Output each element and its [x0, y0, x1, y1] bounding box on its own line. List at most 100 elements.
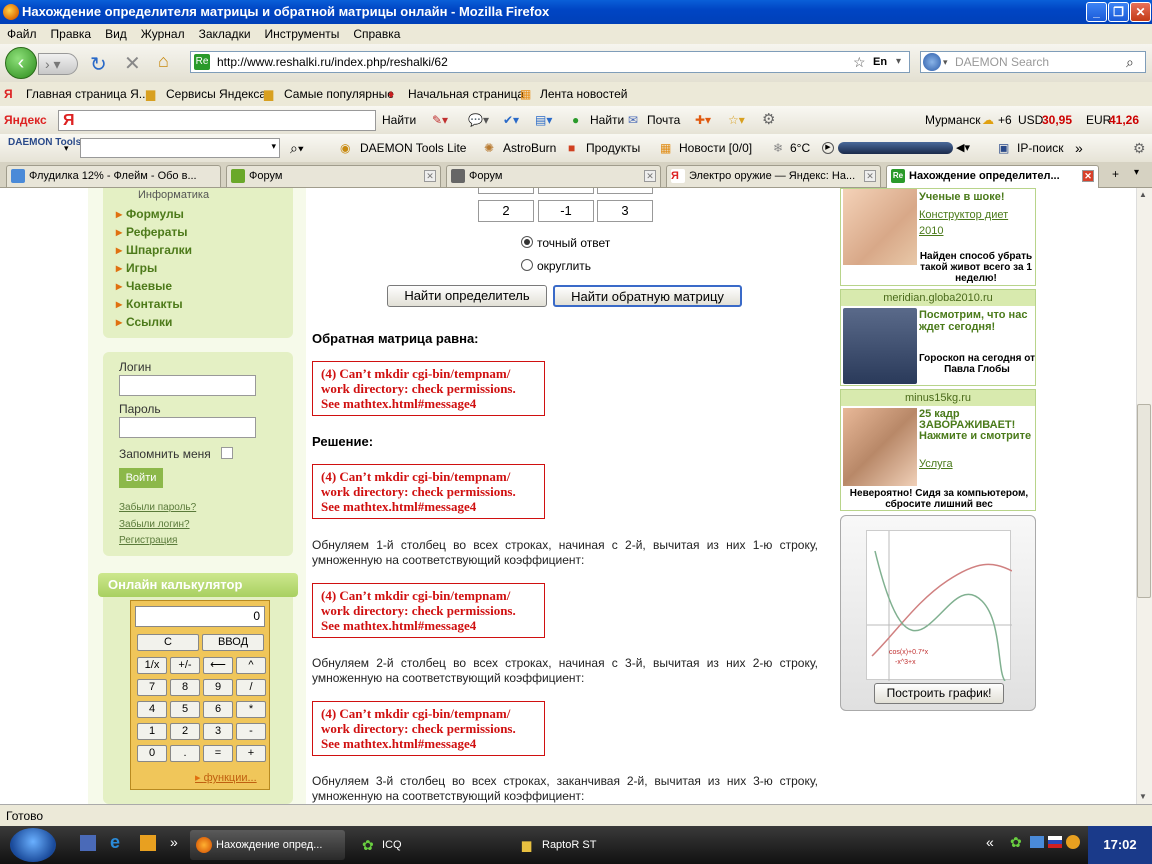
- spellcheck-icon[interactable]: ✔▾: [503, 106, 519, 134]
- yandex-mail[interactable]: Почта: [647, 106, 680, 134]
- settings-gear-icon[interactable]: ⚙: [762, 106, 775, 134]
- menu-item-informatics[interactable]: Информатика: [138, 189, 209, 201]
- ad-weightloss[interactable]: minus15kg.ru 25 кадр ЗАВОРАЖИВАЕТ! Нажми…: [840, 389, 1036, 511]
- bookmark-yandex-services[interactable]: Сервисы Яндекса: [166, 82, 266, 106]
- tray-expand-icon[interactable]: «: [986, 834, 994, 850]
- new-tab-icon[interactable]: +: [1112, 167, 1119, 181]
- calc-key-7[interactable]: 7: [137, 679, 167, 696]
- daemon-settings-icon[interactable]: ⚙: [1133, 134, 1146, 162]
- minimize-button[interactable]: _: [1086, 2, 1107, 22]
- calc-key-power[interactable]: ^: [236, 657, 266, 674]
- ip-search-link[interactable]: IP-поиск: [1017, 134, 1063, 162]
- daemon-tools-logo[interactable]: DAEMON Tools: [8, 138, 81, 148]
- matrix-cell[interactable]: [478, 188, 534, 194]
- calc-key-8[interactable]: 8: [170, 679, 200, 696]
- ad-link[interactable]: Конструктор диет 2010: [919, 207, 1029, 239]
- menu-view[interactable]: Вид: [98, 24, 134, 44]
- daemon-dropdown[interactable]: ▾: [80, 138, 280, 158]
- ad-link[interactable]: Услуга: [919, 458, 953, 470]
- remember-checkbox[interactable]: [221, 447, 233, 459]
- tab-forum-1[interactable]: Форум ✕: [226, 165, 441, 187]
- calc-key-enter[interactable]: ВВОД: [202, 634, 264, 651]
- tab-close-icon[interactable]: ✕: [424, 170, 436, 182]
- tab-list-icon[interactable]: ▾: [1134, 167, 1139, 178]
- tab-electro-weapon[interactable]: Я Электро оружие — Яндекс: На... ✕: [666, 165, 881, 187]
- yandex-logo[interactable]: Яндекс: [4, 106, 47, 134]
- password-input[interactable]: [119, 417, 256, 438]
- scrollbar-thumb[interactable]: [1137, 404, 1151, 598]
- menu-bookmarks[interactable]: Закладки: [192, 24, 258, 44]
- translate-icon[interactable]: ▤▾: [535, 106, 552, 134]
- login-button[interactable]: Войти: [119, 468, 163, 488]
- magnifier-icon[interactable]: ⌕▾: [290, 134, 304, 162]
- volume-icon[interactable]: ◀▾: [956, 134, 970, 162]
- search-icon[interactable]: ⌕: [1126, 52, 1134, 72]
- calc-key-multiply[interactable]: *: [236, 701, 266, 718]
- menu-edit[interactable]: Правка: [44, 24, 99, 44]
- menu-help[interactable]: Справка: [346, 24, 407, 44]
- scroll-down-icon[interactable]: ▼: [1139, 792, 1147, 801]
- calc-key-5[interactable]: 5: [170, 701, 200, 718]
- speech-icon[interactable]: 💬▾: [468, 106, 489, 134]
- start-button[interactable]: [10, 828, 56, 862]
- url-dropdown-icon[interactable]: ▾: [896, 52, 901, 72]
- taskbar-item-raptor[interactable]: ▆ RaptoR ST: [516, 830, 666, 860]
- calc-key-9[interactable]: 9: [203, 679, 233, 696]
- forgot-login-link[interactable]: Забыли логин?: [119, 519, 190, 530]
- menu-tools[interactable]: Инструменты: [258, 24, 347, 44]
- weather-city[interactable]: Мурманск: [925, 106, 980, 134]
- chevron-more-icon[interactable]: »: [1075, 134, 1083, 162]
- calc-key-1[interactable]: 1: [137, 723, 167, 740]
- menu-item-games[interactable]: Игры: [116, 261, 157, 275]
- products-menu[interactable]: Продукты: [586, 134, 640, 162]
- tab-fludilka[interactable]: Флудилка 12% - Флейм - Обо в...: [6, 165, 221, 187]
- login-input[interactable]: [119, 375, 256, 396]
- maximize-button[interactable]: ❐: [1108, 2, 1129, 22]
- daemon-tools-lite-link[interactable]: DAEMON Tools Lite: [360, 134, 466, 162]
- matrix-cell[interactable]: [597, 188, 653, 194]
- menu-item-tips[interactable]: Чаевые: [116, 279, 172, 293]
- radio-exact[interactable]: [521, 236, 533, 248]
- matrix-cell[interactable]: [538, 188, 594, 194]
- favorites-icon[interactable]: ☆▾: [728, 106, 745, 134]
- news-menu[interactable]: Новости [0/0]: [679, 134, 752, 162]
- back-icon[interactable]: ‹: [5, 47, 37, 79]
- calc-key-plus[interactable]: +: [236, 745, 266, 762]
- home-icon[interactable]: ⌂: [158, 51, 169, 72]
- reload-icon[interactable]: ↻: [90, 52, 107, 77]
- astroburn-link[interactable]: AstroBurn: [503, 134, 556, 162]
- tray-language-icon[interactable]: [1048, 836, 1062, 848]
- url-bar[interactable]: Re http://www.reshalki.ru/index.php/resh…: [190, 51, 910, 73]
- calc-key-equals[interactable]: =: [203, 745, 233, 762]
- yandex-search-input[interactable]: Я: [58, 110, 376, 131]
- menu-item-formulas[interactable]: Формулы: [116, 207, 184, 221]
- calc-key-reciprocal[interactable]: 1/x: [137, 657, 167, 674]
- forward-icon[interactable]: › ▾: [38, 53, 78, 75]
- search-input[interactable]: ▾ DAEMON Search ⌕: [920, 51, 1146, 73]
- calc-key-0[interactable]: 0: [137, 745, 167, 762]
- quicklaunch-desktop-icon[interactable]: [80, 835, 96, 851]
- pencil-icon[interactable]: ✎▾: [432, 106, 448, 134]
- build-graph-button[interactable]: Построить график!: [874, 683, 1004, 704]
- taskbar-item-firefox[interactable]: Нахождение опред...: [190, 830, 345, 860]
- bookmark-yandex-home[interactable]: Главная страница Я...: [26, 82, 149, 106]
- matrix-cell-3-2[interactable]: -1: [538, 200, 594, 222]
- matrix-cell-3-3[interactable]: 3: [597, 200, 653, 222]
- calculator-display[interactable]: 0: [135, 606, 265, 627]
- menu-file[interactable]: Файл: [0, 24, 44, 44]
- quicklaunch-player-icon[interactable]: [140, 835, 156, 851]
- ad-horoscope[interactable]: meridian.globa2010.ru Посмотрим, что нас…: [840, 289, 1036, 386]
- menu-item-links[interactable]: Ссылки: [116, 315, 173, 329]
- tab-close-icon[interactable]: ✕: [1082, 170, 1094, 182]
- close-button[interactable]: ✕: [1130, 2, 1151, 22]
- quicklaunch-more-icon[interactable]: »: [170, 834, 178, 850]
- menu-item-cheatsheets[interactable]: Шпаргалки: [116, 243, 192, 257]
- tab-close-icon[interactable]: ✕: [864, 170, 876, 182]
- tray-network-icon[interactable]: [1030, 836, 1044, 848]
- menu-item-contacts[interactable]: Контакты: [116, 297, 183, 311]
- matrix-cell-3-1[interactable]: 2: [478, 200, 534, 222]
- calc-key-2[interactable]: 2: [170, 723, 200, 740]
- radio-round[interactable]: [521, 259, 533, 271]
- calc-key-3[interactable]: 3: [203, 723, 233, 740]
- taskbar-item-icq[interactable]: ✿ ICQ: [356, 830, 506, 860]
